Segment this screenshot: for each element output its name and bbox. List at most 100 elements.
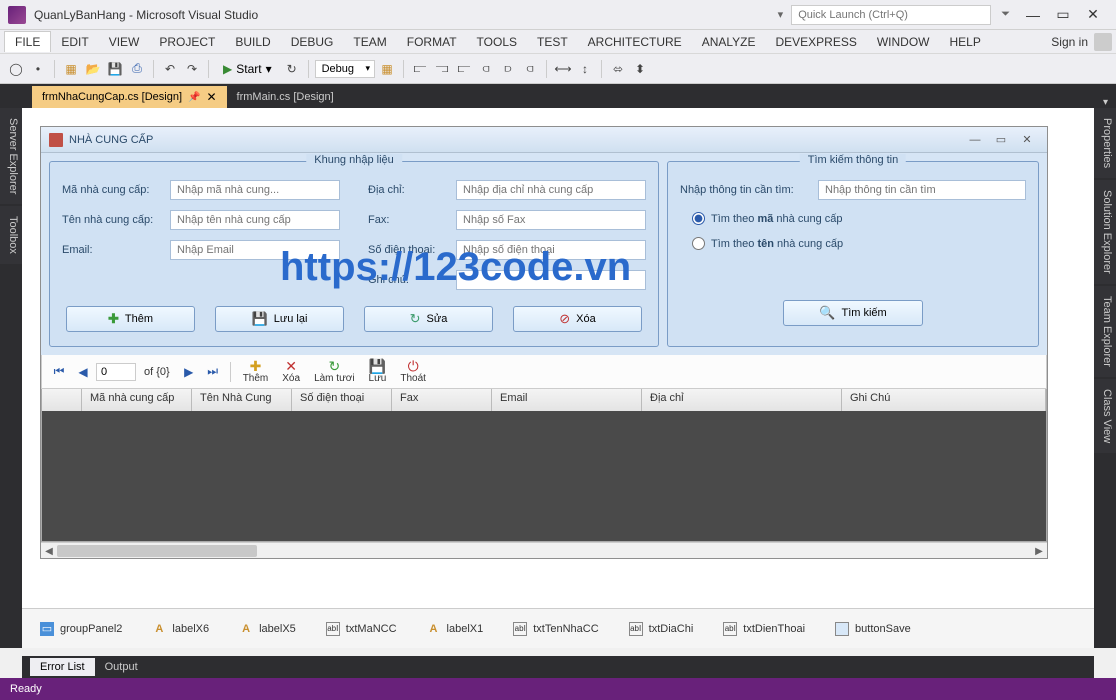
group-input[interactable]: Khung nhập liệu Mã nhà cung cấp: Địa chỉ…: [49, 161, 659, 347]
nav-pos-input[interactable]: [96, 363, 136, 381]
maximize-button[interactable]: ▭: [1048, 5, 1078, 25]
tray-grouppanel2[interactable]: ▭groupPanel2: [40, 622, 122, 636]
rail-server-explorer[interactable]: Server Explorer: [0, 108, 22, 204]
scroll-thumb[interactable]: [57, 545, 257, 557]
input-ghichu[interactable]: [456, 270, 646, 290]
nav-del-button[interactable]: ✕Xóa: [276, 359, 306, 384]
tab-overflow-icon[interactable]: ▾: [1103, 97, 1108, 108]
radio-ma-input[interactable]: [692, 212, 705, 225]
menu-file[interactable]: FILE: [4, 31, 51, 52]
nav-save-button[interactable]: 💾Lưu: [363, 359, 393, 384]
grid-col-sdt[interactable]: Số điện thoại: [292, 389, 392, 411]
nav-last-icon[interactable]: ⏭: [202, 361, 224, 383]
tray-labelx1[interactable]: AlabelX1: [427, 622, 484, 636]
grid-col-ten[interactable]: Tên Nhà Cung: [192, 389, 292, 411]
menu-window[interactable]: WINDOW: [867, 32, 940, 52]
tray-buttonsave[interactable]: buttonSave: [835, 622, 911, 636]
nav-prev-icon[interactable]: ◀: [72, 361, 94, 383]
menu-project[interactable]: PROJECT: [149, 32, 225, 52]
menu-view[interactable]: VIEW: [99, 32, 150, 52]
tray-txtdienthoai[interactable]: abItxtDienThoai: [723, 622, 805, 636]
input-diachi[interactable]: [456, 180, 646, 200]
signin-link[interactable]: Sign in: [1051, 35, 1088, 49]
menu-devexpress[interactable]: DEVEXPRESS: [765, 32, 866, 52]
menu-tools[interactable]: TOOLS: [467, 32, 527, 52]
btn-search[interactable]: 🔍Tìm kiếm: [783, 300, 923, 326]
tray-labelx6[interactable]: AlabelX6: [152, 622, 209, 636]
input-email[interactable]: [170, 240, 340, 260]
new-icon[interactable]: ▦: [61, 59, 81, 79]
save-icon[interactable]: 💾: [105, 59, 125, 79]
align-middle-icon[interactable]: ⫐: [498, 59, 518, 79]
form-close-button[interactable]: ✕: [1015, 132, 1039, 148]
platform-icon[interactable]: ▦: [377, 59, 397, 79]
pin-icon[interactable]: 📌: [188, 92, 200, 103]
menu-help[interactable]: HELP: [940, 32, 991, 52]
radio-search-by-ten[interactable]: Tìm theo tên nhà cung cấp: [692, 237, 1026, 250]
menu-format[interactable]: FORMAT: [397, 32, 467, 52]
tray-txttennhacc[interactable]: abItxtTenNhaCC: [513, 622, 598, 636]
designer-form[interactable]: NHÀ CUNG CẤP — ▭ ✕ Khung nhập liệu Mã nh…: [40, 126, 1048, 559]
step-icon[interactable]: ↻: [282, 59, 302, 79]
nav-first-icon[interactable]: ⏮: [48, 361, 70, 383]
align-center-icon[interactable]: ⫎: [432, 59, 452, 79]
rail-toolbox[interactable]: Toolbox: [0, 206, 22, 264]
menu-team[interactable]: TEAM: [343, 32, 396, 52]
btn-edit[interactable]: ↻Sửa: [364, 306, 493, 332]
minimize-button[interactable]: —: [1018, 5, 1048, 25]
redo-icon[interactable]: ↷: [182, 59, 202, 79]
scroll-right-icon[interactable]: ▶: [1031, 543, 1047, 559]
tab-frmmain[interactable]: frmMain.cs [Design]: [227, 86, 344, 108]
grid-col-ghichu[interactable]: Ghi Chú: [842, 389, 1046, 411]
btn-add[interactable]: ✚Thêm: [66, 306, 195, 332]
component-tray[interactable]: ▭groupPanel2 AlabelX6 AlabelX5 abItxtMaN…: [22, 608, 1094, 648]
radio-ten-input[interactable]: [692, 237, 705, 250]
grid-col-email[interactable]: Email: [492, 389, 642, 411]
nav-add-button[interactable]: ✚Thêm: [237, 359, 275, 384]
align-bottom-icon[interactable]: ⫏: [520, 59, 540, 79]
align-left-icon[interactable]: ⫍: [410, 59, 430, 79]
menu-build[interactable]: BUILD: [225, 32, 280, 52]
rail-class-view[interactable]: Class View: [1094, 379, 1116, 453]
open-icon[interactable]: 📂: [83, 59, 103, 79]
align-right-icon[interactable]: ⫍: [454, 59, 474, 79]
grid-col-ma[interactable]: Mã nhà cung cấp: [82, 389, 192, 411]
nav-exit-button[interactable]: ⏻Thoát: [394, 359, 432, 384]
grid-col-diachi[interactable]: Địa chỉ: [642, 389, 842, 411]
rail-properties[interactable]: Properties: [1094, 108, 1116, 178]
quick-launch-input[interactable]: [791, 5, 991, 25]
saveall-icon[interactable]: ⎙: [127, 59, 147, 79]
avatar-icon[interactable]: [1094, 33, 1112, 51]
binding-navigator[interactable]: ⏮ ◀ of {0} ▶ ⏭ ✚Thêm ✕Xóa ↻Làm tươi 💾Lưu…: [41, 355, 1047, 389]
input-ma[interactable]: [170, 180, 340, 200]
start-button[interactable]: ▶Start ▾: [215, 60, 280, 78]
tab-frmnhacungcap[interactable]: frmNhaCungCap.cs [Design] 📌 ✕: [32, 86, 227, 108]
input-fax[interactable]: [456, 210, 646, 230]
menu-edit[interactable]: EDIT: [51, 32, 98, 52]
nav-refresh-button[interactable]: ↻Làm tươi: [308, 359, 360, 384]
tray-txtmancc[interactable]: abItxtMaNCC: [326, 622, 397, 636]
data-grid[interactable]: Mã nhà cung cấp Tên Nhà Cung Số điện tho…: [41, 389, 1047, 542]
btn-delete[interactable]: ⊘Xóa: [513, 306, 642, 332]
vspace-icon[interactable]: ↕: [575, 59, 595, 79]
notify-icon[interactable]: ⏷: [1001, 8, 1010, 21]
nav-next-icon[interactable]: ▶: [178, 361, 200, 383]
group-search[interactable]: Tìm kiếm thông tin Nhập thông tin cần tì…: [667, 161, 1039, 347]
tab-error-list[interactable]: Error List: [30, 658, 95, 676]
size-w-icon[interactable]: ⬄: [608, 59, 628, 79]
menu-test[interactable]: TEST: [527, 32, 578, 52]
grid-col-fax[interactable]: Fax: [392, 389, 492, 411]
rail-team-explorer[interactable]: Team Explorer: [1094, 286, 1116, 377]
nav-back-icon[interactable]: ◯: [6, 59, 26, 79]
align-top-icon[interactable]: ⫏: [476, 59, 496, 79]
horizontal-scrollbar[interactable]: ◀ ▶: [41, 542, 1047, 558]
radio-search-by-ma[interactable]: Tìm theo mã nhà cung cấp: [692, 212, 1026, 225]
menu-architecture[interactable]: ARCHITECTURE: [578, 32, 692, 52]
close-button[interactable]: ✕: [1078, 5, 1108, 25]
menu-analyze[interactable]: ANALYZE: [692, 32, 766, 52]
tab-output[interactable]: Output: [95, 658, 148, 676]
size-h-icon[interactable]: ⬍: [630, 59, 650, 79]
rail-solution-explorer[interactable]: Solution Explorer: [1094, 180, 1116, 284]
input-sdt[interactable]: [456, 240, 646, 260]
tray-txtdiachi[interactable]: abItxtDiaChi: [629, 622, 694, 636]
